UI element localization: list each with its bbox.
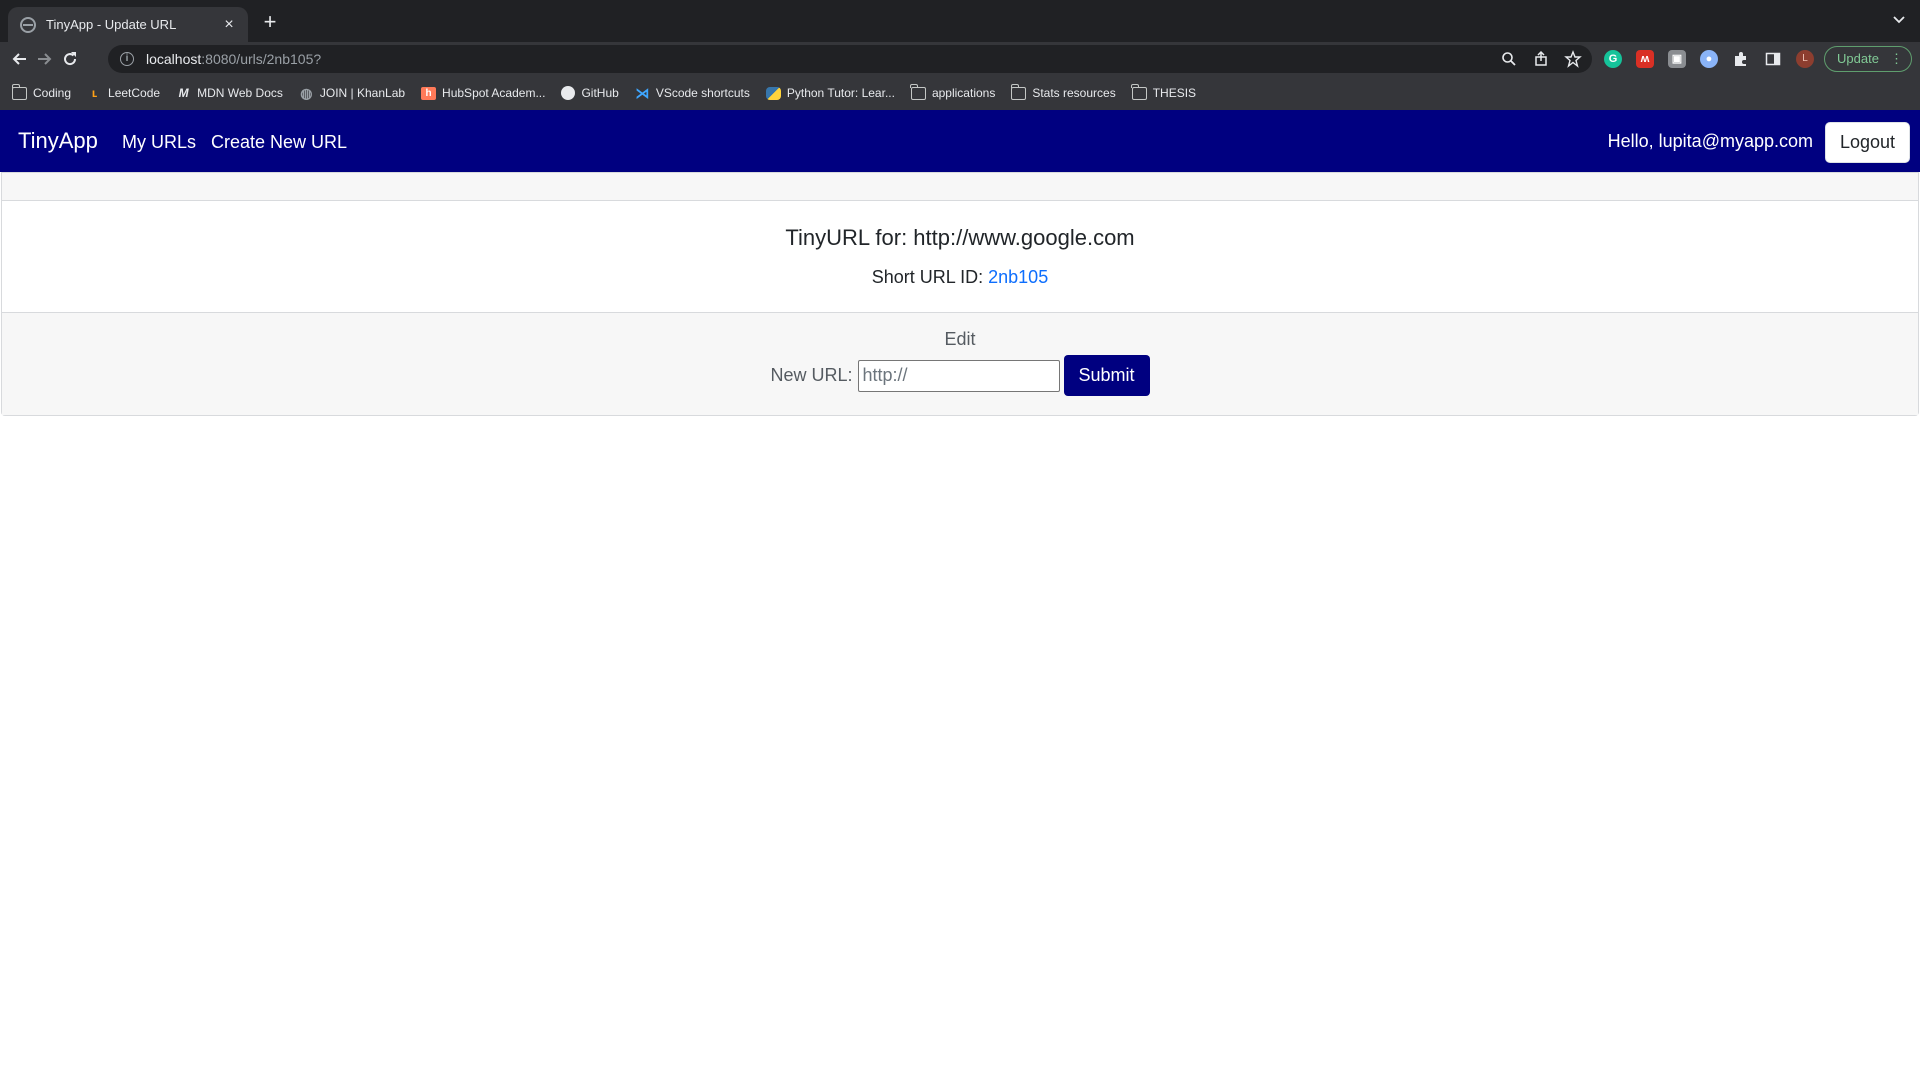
- bookmark-label: GitHub: [581, 86, 619, 100]
- bookmark-mdn[interactable]: M MDN Web Docs: [176, 86, 283, 100]
- bookmark-khanlab[interactable]: ◍ JOIN | KhanLab: [299, 84, 406, 101]
- bookmark-applications[interactable]: applications: [910, 83, 996, 100]
- bookmark-github[interactable]: GitHub: [561, 86, 619, 100]
- bookmark-label: THESIS: [1152, 86, 1197, 100]
- user-greeting: Hello, lupita@myapp.com: [1607, 131, 1813, 151]
- side-panel-icon[interactable]: [1764, 50, 1782, 68]
- bookmark-hubspot[interactable]: h HubSpot Academ...: [421, 86, 545, 100]
- globe-icon: [20, 16, 36, 33]
- brand-link[interactable]: TinyApp: [18, 128, 98, 154]
- profile-avatar[interactable]: L: [1796, 50, 1814, 68]
- card-body: TinyURL for: http://www.google.com Short…: [2, 201, 1918, 313]
- red-extension-icon[interactable]: ʍ: [1636, 50, 1654, 68]
- bookmark-label: JOIN | KhanLab: [319, 86, 406, 100]
- bookmark-vscode[interactable]: ⋊ VScode shortcuts: [635, 84, 750, 101]
- bookmark-thesis[interactable]: THESIS: [1131, 83, 1197, 100]
- edit-url-form: New URL: Submit: [2, 355, 1918, 396]
- blue-extension-icon[interactable]: ●: [1700, 50, 1718, 68]
- browser-tabstrip: TinyApp - Update URL × +: [0, 0, 1920, 42]
- short-url-line: Short URL ID: 2nb105: [2, 267, 1918, 288]
- browser-update-button[interactable]: Update ⋮: [1824, 46, 1912, 72]
- bookmark-star-icon[interactable]: [1564, 50, 1582, 68]
- python-icon: [765, 86, 781, 100]
- nav-my-urls[interactable]: My URLs: [122, 132, 196, 153]
- edit-heading: Edit: [944, 329, 976, 349]
- bookmark-label: MDN Web Docs: [197, 86, 283, 100]
- logout-button[interactable]: Logout: [1825, 122, 1910, 163]
- hubspot-icon: h: [421, 86, 437, 100]
- zoom-icon[interactable]: [1500, 50, 1518, 68]
- url-card: TinyURL for: http://www.google.com Short…: [1, 172, 1919, 416]
- tab-search-chevron-icon[interactable]: [1892, 13, 1906, 27]
- github-icon: [561, 86, 576, 100]
- folder-icon: [910, 83, 926, 100]
- app-navbar: TinyApp My URLs Create New URL Hello, lu…: [0, 110, 1920, 172]
- new-url-input[interactable]: [857, 359, 1060, 392]
- vscode-icon: ⋊: [635, 84, 650, 101]
- bookmark-leetcode[interactable]: ʟ LeetCode: [87, 86, 160, 100]
- card-header: [2, 173, 1918, 201]
- folder-icon: [11, 83, 27, 100]
- leetcode-icon: ʟ: [91, 85, 98, 100]
- mdn-icon: M: [178, 85, 189, 100]
- url-host: localhost: [146, 51, 202, 67]
- close-tab-icon[interactable]: ×: [220, 16, 238, 34]
- folder-icon: [1010, 83, 1027, 100]
- url-text[interactable]: localhost:8080/urls/2nb105?: [146, 51, 321, 67]
- new-url-label: New URL:: [770, 365, 853, 385]
- address-bar[interactable]: i localhost:8080/urls/2nb105?: [108, 45, 1592, 73]
- bookmark-label: VScode shortcuts: [655, 86, 750, 100]
- bookmark-label: Coding: [33, 86, 72, 100]
- bookmark-python-tutor[interactable]: Python Tutor: Lear...: [765, 86, 895, 100]
- card-title: TinyURL for: http://www.google.com: [785, 225, 1135, 250]
- back-arrow-icon[interactable]: [10, 49, 30, 69]
- bookmarks-bar: Coding ʟ LeetCode M MDN Web Docs ◍ JOIN …: [0, 76, 1920, 110]
- bookmark-stats-resources[interactable]: Stats resources: [1010, 83, 1116, 100]
- share-icon[interactable]: [1532, 50, 1550, 68]
- new-tab-button[interactable]: +: [258, 10, 282, 34]
- grammarly-icon[interactable]: G: [1604, 50, 1622, 68]
- bookmark-label: Python Tutor: Lear...: [786, 86, 895, 100]
- short-url-link[interactable]: 2nb105: [988, 267, 1048, 287]
- submit-button[interactable]: Submit: [1063, 355, 1150, 396]
- bookmark-label: LeetCode: [108, 86, 161, 100]
- bookmark-coding[interactable]: Coding: [11, 83, 72, 100]
- browser-tab[interactable]: TinyApp - Update URL ×: [8, 7, 248, 42]
- site-info-icon[interactable]: i: [120, 52, 134, 66]
- url-path: :8080/urls/2nb105?: [201, 51, 322, 67]
- bookmark-label: Stats resources: [1032, 86, 1116, 100]
- card-footer: Edit New URL: Submit: [2, 313, 1918, 415]
- extensions-bar: G ʍ ▣ ● L: [1604, 50, 1814, 68]
- browser-toolbar: i localhost:8080/urls/2nb105? G ʍ ▣ ● L …: [0, 42, 1920, 76]
- bookmark-label: applications: [931, 86, 996, 100]
- folder-icon: [1131, 83, 1147, 100]
- puzzle-extensions-icon[interactable]: [1732, 50, 1750, 68]
- tab-title: TinyApp - Update URL: [46, 17, 177, 32]
- forward-arrow-icon[interactable]: [34, 49, 54, 69]
- more-menu-icon: ⋮: [1890, 51, 1903, 66]
- nav-create-new-url[interactable]: Create New URL: [211, 132, 347, 153]
- globe-icon: ◍: [300, 84, 313, 101]
- update-label: Update: [1837, 51, 1879, 66]
- gray-extension-icon[interactable]: ▣: [1668, 50, 1686, 68]
- reload-icon[interactable]: [60, 49, 80, 69]
- short-url-label: Short URL ID:: [871, 267, 989, 287]
- bookmark-label: HubSpot Academ...: [442, 86, 546, 100]
